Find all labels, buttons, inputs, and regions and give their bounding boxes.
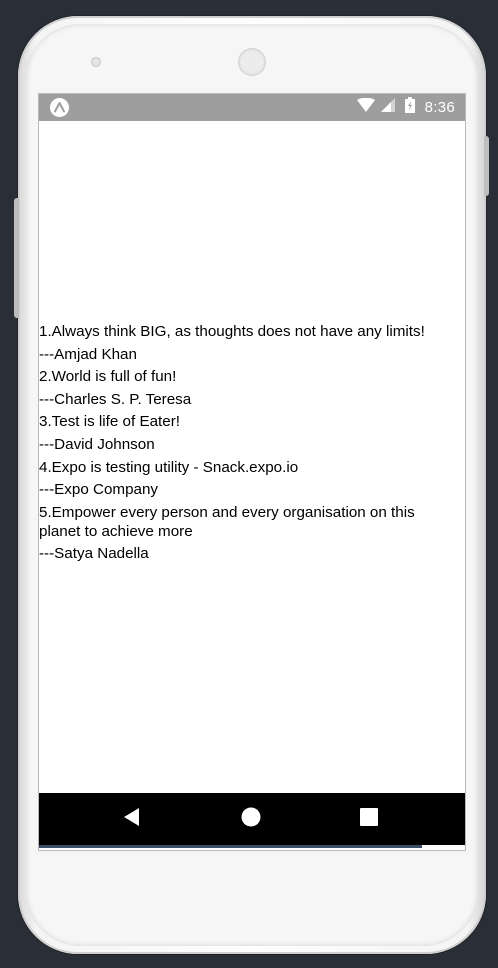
quote-text: 4.Expo is testing utility - Snack.expo.i… (39, 458, 299, 476)
battery-charging-icon (404, 97, 415, 118)
quote-text: 1.Always think BIG, as thoughts does not… (39, 323, 425, 340)
status-time: 8:36 (424, 99, 455, 116)
quote-author: ---Satya Nadella (39, 544, 149, 562)
status-bar: 8:36 (39, 94, 465, 121)
quote-author: ---David Johnson (39, 435, 155, 453)
quote-author: ---Expo Company (39, 481, 159, 499)
quotes-list: 1.Always think BIG, as thoughts does not… (39, 321, 465, 565)
earpiece-speaker (238, 48, 266, 76)
quote-text: 2.World is full of fun! (39, 368, 177, 386)
home-button[interactable] (221, 793, 281, 845)
quote-text: 5.Empower every person and every organis… (39, 503, 415, 540)
wifi-icon (356, 97, 375, 117)
side-button-right (484, 136, 489, 196)
recents-button[interactable] (339, 793, 399, 845)
back-button[interactable] (102, 793, 162, 845)
front-camera (91, 57, 101, 67)
progress-bar (39, 845, 465, 850)
quote-author: ---Charles S. P. Teresa (39, 390, 192, 408)
home-icon (241, 807, 261, 832)
recents-icon (360, 807, 378, 831)
side-button-left (14, 198, 19, 318)
status-icons: 8:36 (356, 94, 455, 121)
quote-text: 3.Test is life of Eater! (39, 413, 180, 431)
cell-signal-icon (380, 98, 395, 117)
device-screen: 8:36 1.Always think BIG, as thoughts doe… (38, 93, 466, 851)
quote-author: ---Amjad Khan (39, 345, 137, 363)
progress-fill (39, 845, 423, 848)
android-nav-bar (39, 793, 465, 845)
expo-logo-icon (50, 98, 69, 117)
back-icon (123, 807, 141, 832)
